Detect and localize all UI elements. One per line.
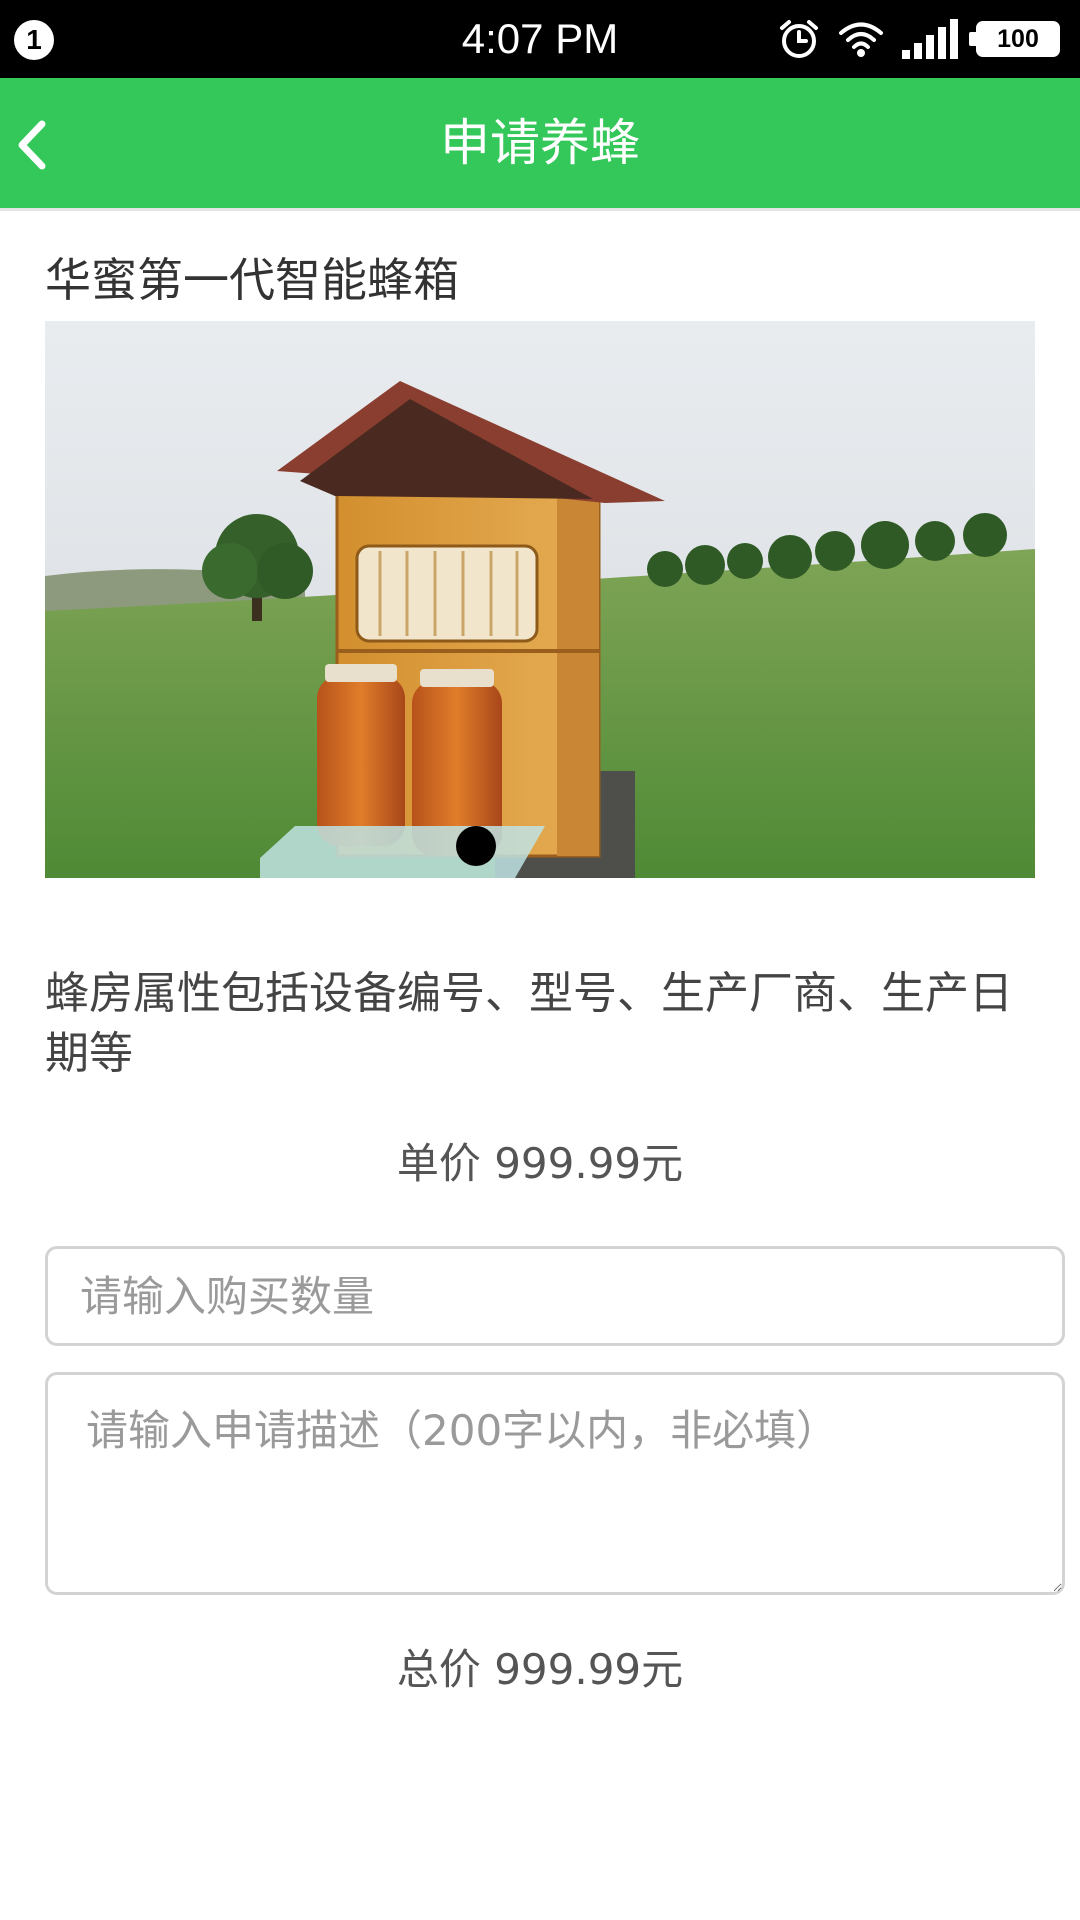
total-price: 总价 999.99元 <box>396 1645 684 1694</box>
product-description: 蜂房属性包括设备编号、型号、生产厂商、生产日期等 <box>45 968 1013 1079</box>
page-title: 申请养蜂 <box>440 114 640 172</box>
quantity-input[interactable] <box>45 1246 1065 1346</box>
battery-icon: 100 <box>969 21 1060 57</box>
app-bar-divider <box>0 208 1080 211</box>
app-bar: 申请养蜂 <box>0 78 1080 208</box>
alarm-icon <box>778 18 820 60</box>
product-title: 华蜜第一代智能蜂箱 <box>45 253 459 307</box>
signal-icon <box>902 19 958 59</box>
application-description-input[interactable] <box>45 1372 1065 1595</box>
beehive-photo <box>45 321 1035 878</box>
unit-price: 单价 999.99元 <box>396 1139 684 1188</box>
wifi-icon <box>838 20 884 58</box>
status-bar: 1 4:07 PM 100 <box>0 0 1080 78</box>
carousel-indicator-dot[interactable] <box>456 826 496 866</box>
product-image-carousel[interactable] <box>45 321 1035 878</box>
status-icons: 100 <box>778 16 1060 62</box>
